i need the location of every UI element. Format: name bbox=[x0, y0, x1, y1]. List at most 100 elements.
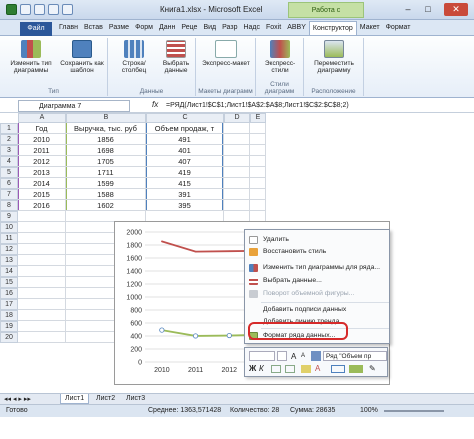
cell[interactable] bbox=[250, 145, 266, 156]
cell[interactable] bbox=[250, 200, 266, 211]
cell[interactable] bbox=[18, 277, 66, 288]
change-chart-type-button[interactable]: Изменить тип диаграммы bbox=[6, 40, 56, 74]
menu-item-change-series-chart-type[interactable]: Изменить тип диаграммы для ряда... bbox=[245, 262, 391, 274]
close-button[interactable]: ✕ bbox=[444, 3, 468, 16]
cell[interactable] bbox=[18, 233, 66, 244]
undo-icon[interactable] bbox=[34, 4, 45, 15]
cell[interactable]: 2012 bbox=[18, 156, 66, 167]
cell[interactable] bbox=[250, 178, 266, 189]
cell[interactable] bbox=[224, 200, 250, 211]
cell[interactable]: 1705 bbox=[66, 156, 146, 167]
column-header-D[interactable]: D bbox=[224, 113, 250, 123]
shrink-font-icon[interactable]: A bbox=[301, 353, 305, 359]
tab-abbyy[interactable]: ABBY bbox=[284, 21, 309, 35]
row-header-13[interactable]: 13 bbox=[0, 255, 18, 266]
row-header-1[interactable]: 1 bbox=[0, 123, 18, 134]
series-select-dropdown[interactable]: Ряд "Объем пр bbox=[323, 351, 387, 361]
row-header-15[interactable]: 15 bbox=[0, 277, 18, 288]
row-header-9[interactable]: 9 bbox=[0, 211, 18, 222]
row-header-6[interactable]: 6 bbox=[0, 178, 18, 189]
cell[interactable] bbox=[224, 145, 250, 156]
align-right-icon[interactable] bbox=[285, 365, 295, 373]
cell[interactable] bbox=[224, 156, 250, 167]
column-header-A[interactable]: A bbox=[18, 113, 66, 123]
cell[interactable]: 2014 bbox=[18, 178, 66, 189]
cell[interactable]: 491 bbox=[146, 134, 224, 145]
maximize-button[interactable]: □ bbox=[420, 3, 436, 16]
tab-foxit[interactable]: Foxit bbox=[263, 21, 284, 35]
sheet-tab-2[interactable]: Лист2 bbox=[92, 394, 119, 404]
column-header-B[interactable]: B bbox=[66, 113, 146, 123]
sheet-nav-arrows-icon[interactable]: ◂◂ ◂ ▸ ▸▸ bbox=[4, 395, 31, 403]
tab-data[interactable]: Данн bbox=[156, 21, 178, 35]
cell[interactable]: 391 bbox=[146, 189, 224, 200]
series-point[interactable] bbox=[161, 240, 163, 243]
tab-format[interactable]: Формат bbox=[383, 21, 414, 35]
cell[interactable]: 1588 bbox=[66, 189, 146, 200]
row-header-8[interactable]: 8 bbox=[0, 200, 18, 211]
cell[interactable]: 1856 bbox=[66, 134, 146, 145]
font-name-dropdown[interactable] bbox=[249, 351, 275, 361]
sheet-tab-3[interactable]: Лист3 bbox=[122, 394, 149, 404]
cell[interactable] bbox=[18, 222, 66, 233]
row-header-3[interactable]: 3 bbox=[0, 145, 18, 156]
cell[interactable] bbox=[18, 332, 66, 343]
tab-review[interactable]: Реце bbox=[178, 21, 200, 35]
column-header-E[interactable]: E bbox=[250, 113, 266, 123]
fx-icon[interactable]: fx bbox=[152, 100, 158, 109]
menu-item-reset-style[interactable]: Восстановить стиль bbox=[245, 246, 391, 258]
row-header-11[interactable]: 11 bbox=[0, 233, 18, 244]
cell[interactable]: 2011 bbox=[18, 145, 66, 156]
minimize-button[interactable]: – bbox=[400, 3, 416, 16]
cell[interactable] bbox=[224, 178, 250, 189]
cell[interactable] bbox=[250, 156, 266, 167]
menu-item-delete[interactable]: Удалить bbox=[245, 234, 391, 246]
qat-more-icon[interactable] bbox=[62, 4, 73, 15]
tab-view[interactable]: Вид bbox=[200, 21, 219, 35]
cell[interactable]: 395 bbox=[146, 200, 224, 211]
italic-icon[interactable]: К bbox=[259, 364, 264, 373]
cell[interactable]: Объем продаж, т bbox=[146, 123, 224, 134]
cell[interactable] bbox=[18, 266, 66, 277]
select-data-button[interactable]: Выбрать данные bbox=[158, 40, 194, 74]
row-header-19[interactable]: 19 bbox=[0, 321, 18, 332]
menu-item-select-data[interactable]: Выбрать данные... bbox=[245, 275, 391, 287]
cell[interactable]: 407 bbox=[146, 156, 224, 167]
column-header-C[interactable]: C bbox=[146, 113, 224, 123]
cell[interactable] bbox=[18, 255, 66, 266]
cell[interactable] bbox=[18, 244, 66, 255]
cell[interactable] bbox=[224, 123, 250, 134]
row-header-17[interactable]: 17 bbox=[0, 299, 18, 310]
cell[interactable]: 2010 bbox=[18, 134, 66, 145]
align-center-icon[interactable] bbox=[271, 365, 281, 373]
cell[interactable] bbox=[224, 134, 250, 145]
grow-font-icon[interactable]: A bbox=[291, 352, 296, 361]
cell[interactable]: 419 bbox=[146, 167, 224, 178]
shape-fill-icon[interactable] bbox=[349, 365, 363, 373]
highlight-color-icon[interactable] bbox=[301, 365, 311, 373]
quick-layout-button[interactable]: Экспресс-макет bbox=[198, 40, 254, 67]
series-point-selected[interactable] bbox=[159, 327, 165, 333]
format-painter-icon[interactable]: ✎ bbox=[369, 364, 376, 373]
row-header-12[interactable]: 12 bbox=[0, 244, 18, 255]
cell[interactable] bbox=[18, 211, 66, 222]
row-header-16[interactable]: 16 bbox=[0, 288, 18, 299]
font-color-icon[interactable]: А bbox=[315, 364, 320, 373]
switch-row-column-button[interactable]: Строка/столбец bbox=[112, 40, 156, 74]
zoom-level[interactable]: 100% bbox=[360, 405, 378, 417]
zoom-slider[interactable] bbox=[384, 410, 444, 412]
cell[interactable] bbox=[250, 167, 266, 178]
series-point[interactable] bbox=[228, 250, 231, 252]
save-as-template-button[interactable]: Сохранить как шаблон bbox=[58, 40, 106, 74]
sheet-tab-1[interactable]: Лист1 bbox=[60, 394, 90, 404]
cell[interactable]: 1698 bbox=[66, 145, 146, 156]
cell[interactable] bbox=[224, 189, 250, 200]
row-header-2[interactable]: 2 bbox=[0, 134, 18, 145]
cell[interactable]: 2016 bbox=[18, 200, 66, 211]
cell[interactable]: 1711 bbox=[66, 167, 146, 178]
name-box[interactable]: Диаграмма 7 bbox=[18, 100, 130, 112]
cell[interactable]: 415 bbox=[146, 178, 224, 189]
row-header-14[interactable]: 14 bbox=[0, 266, 18, 277]
row-header-18[interactable]: 18 bbox=[0, 310, 18, 321]
row-header-7[interactable]: 7 bbox=[0, 189, 18, 200]
